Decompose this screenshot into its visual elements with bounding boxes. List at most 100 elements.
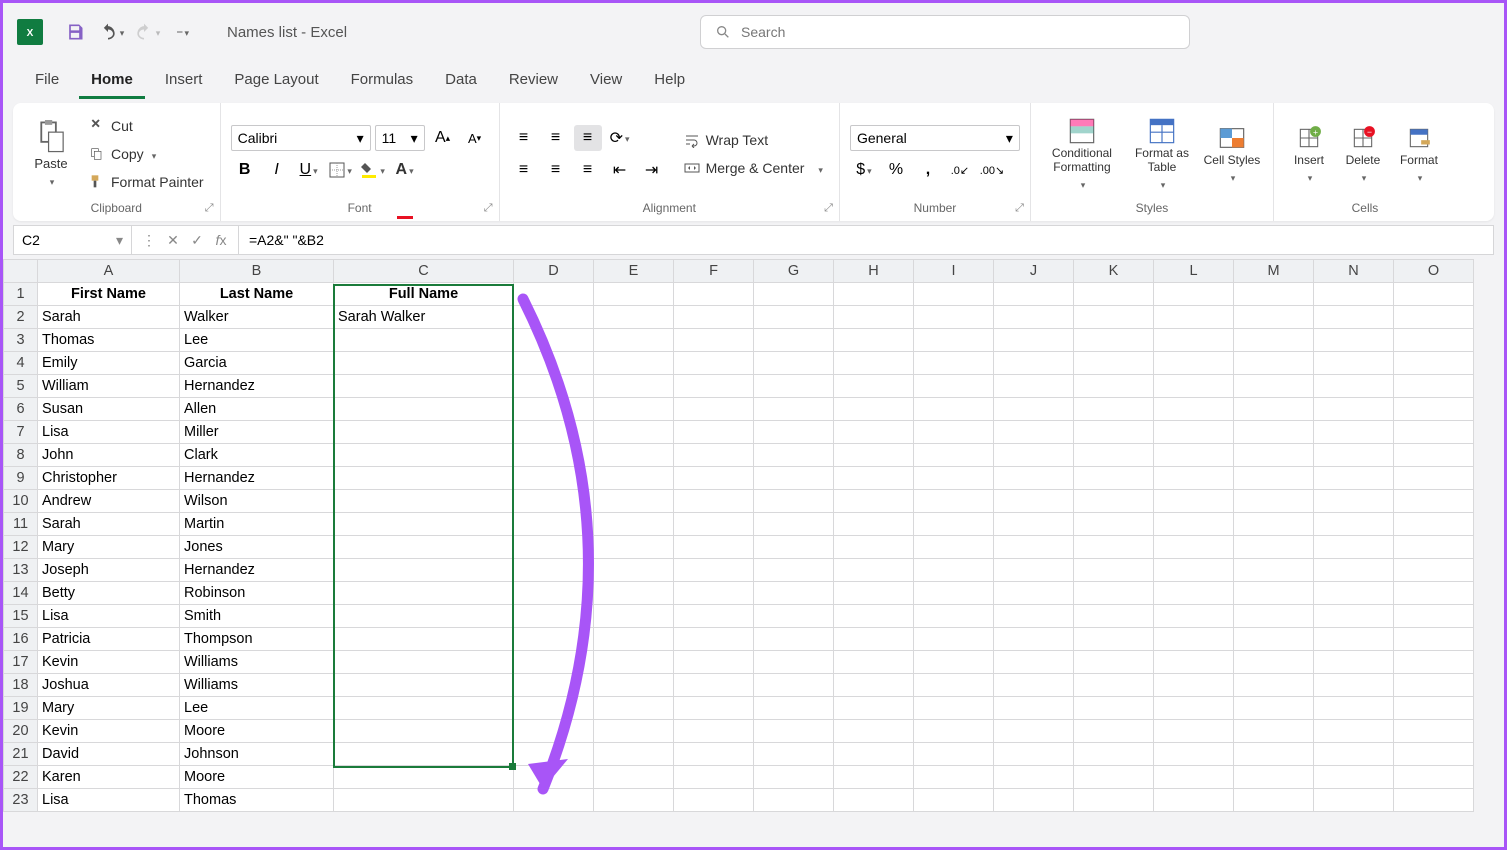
col-header-A[interactable]: A — [38, 260, 180, 283]
cell-M19[interactable] — [1234, 697, 1314, 720]
cell-A20[interactable]: Kevin — [38, 720, 180, 743]
cell-F6[interactable] — [674, 398, 754, 421]
cell-L18[interactable] — [1154, 674, 1234, 697]
cell-E14[interactable] — [594, 582, 674, 605]
cell-B11[interactable]: Martin — [180, 513, 334, 536]
search-input[interactable]: Search — [700, 15, 1190, 49]
row-header-11[interactable]: 11 — [4, 513, 38, 536]
cell-M22[interactable] — [1234, 766, 1314, 789]
cell-H17[interactable] — [834, 651, 914, 674]
col-header-D[interactable]: D — [514, 260, 594, 283]
cell-M8[interactable] — [1234, 444, 1314, 467]
cell-O13[interactable] — [1394, 559, 1474, 582]
cell-D23[interactable] — [514, 789, 594, 812]
cell-styles-button[interactable]: Cell Styles — [1201, 109, 1263, 199]
cell-D9[interactable] — [514, 467, 594, 490]
cell-N21[interactable] — [1314, 743, 1394, 766]
cell-G8[interactable] — [754, 444, 834, 467]
cell-E15[interactable] — [594, 605, 674, 628]
cell-E23[interactable] — [594, 789, 674, 812]
tab-help[interactable]: Help — [642, 63, 697, 99]
cell-C9[interactable] — [334, 467, 514, 490]
enter-formula-button[interactable]: ✓ — [186, 232, 208, 249]
tab-formulas[interactable]: Formulas — [339, 63, 426, 99]
cell-D16[interactable] — [514, 628, 594, 651]
cell-F5[interactable] — [674, 375, 754, 398]
alignment-dialog-launcher[interactable]: ⤢ — [824, 202, 833, 215]
cell-C1[interactable]: Full Name — [334, 283, 514, 306]
cell-B21[interactable]: Johnson — [180, 743, 334, 766]
align-left-button[interactable]: ≡ — [510, 157, 538, 183]
cell-M11[interactable] — [1234, 513, 1314, 536]
cell-K19[interactable] — [1074, 697, 1154, 720]
cell-H5[interactable] — [834, 375, 914, 398]
cell-L20[interactable] — [1154, 720, 1234, 743]
cell-B12[interactable]: Jones — [180, 536, 334, 559]
row-header-7[interactable]: 7 — [4, 421, 38, 444]
decrease-indent-button[interactable]: ⇤ — [606, 157, 634, 183]
cell-B17[interactable]: Williams — [180, 651, 334, 674]
cell-N14[interactable] — [1314, 582, 1394, 605]
cell-J11[interactable] — [994, 513, 1074, 536]
cell-G23[interactable] — [754, 789, 834, 812]
cell-L10[interactable] — [1154, 490, 1234, 513]
cell-K1[interactable] — [1074, 283, 1154, 306]
cell-K20[interactable] — [1074, 720, 1154, 743]
cell-O18[interactable] — [1394, 674, 1474, 697]
cell-J7[interactable] — [994, 421, 1074, 444]
cell-A14[interactable]: Betty — [38, 582, 180, 605]
cell-I5[interactable] — [914, 375, 994, 398]
cell-I3[interactable] — [914, 329, 994, 352]
cell-F15[interactable] — [674, 605, 754, 628]
align-bottom-button[interactable]: ≡ — [574, 125, 602, 151]
cell-K5[interactable] — [1074, 375, 1154, 398]
cell-H19[interactable] — [834, 697, 914, 720]
cell-C23[interactable] — [334, 789, 514, 812]
cell-E13[interactable] — [594, 559, 674, 582]
cell-A13[interactable]: Joseph — [38, 559, 180, 582]
cell-N1[interactable] — [1314, 283, 1394, 306]
cell-D3[interactable] — [514, 329, 594, 352]
shrink-font-button[interactable]: A▾ — [461, 125, 489, 151]
insert-function-button[interactable]: fx — [210, 232, 232, 248]
cell-B20[interactable]: Moore — [180, 720, 334, 743]
cell-C7[interactable] — [334, 421, 514, 444]
cell-B7[interactable]: Miller — [180, 421, 334, 444]
row-header-16[interactable]: 16 — [4, 628, 38, 651]
cell-C11[interactable] — [334, 513, 514, 536]
cell-M20[interactable] — [1234, 720, 1314, 743]
cell-G14[interactable] — [754, 582, 834, 605]
cell-K8[interactable] — [1074, 444, 1154, 467]
cell-B8[interactable]: Clark — [180, 444, 334, 467]
cell-L4[interactable] — [1154, 352, 1234, 375]
cell-B18[interactable]: Williams — [180, 674, 334, 697]
cell-I20[interactable] — [914, 720, 994, 743]
cell-D20[interactable] — [514, 720, 594, 743]
cell-I7[interactable] — [914, 421, 994, 444]
cell-H9[interactable] — [834, 467, 914, 490]
cell-G11[interactable] — [754, 513, 834, 536]
cell-F19[interactable] — [674, 697, 754, 720]
row-header-10[interactable]: 10 — [4, 490, 38, 513]
cell-A12[interactable]: Mary — [38, 536, 180, 559]
cell-K11[interactable] — [1074, 513, 1154, 536]
cell-N16[interactable] — [1314, 628, 1394, 651]
cell-M4[interactable] — [1234, 352, 1314, 375]
cell-O8[interactable] — [1394, 444, 1474, 467]
row-header-19[interactable]: 19 — [4, 697, 38, 720]
cell-H18[interactable] — [834, 674, 914, 697]
cell-H4[interactable] — [834, 352, 914, 375]
cell-F20[interactable] — [674, 720, 754, 743]
cell-A18[interactable]: Joshua — [38, 674, 180, 697]
cell-K9[interactable] — [1074, 467, 1154, 490]
align-center-button[interactable]: ≡ — [542, 157, 570, 183]
cell-O14[interactable] — [1394, 582, 1474, 605]
cell-B23[interactable]: Thomas — [180, 789, 334, 812]
cell-H3[interactable] — [834, 329, 914, 352]
cell-M5[interactable] — [1234, 375, 1314, 398]
cell-E6[interactable] — [594, 398, 674, 421]
cell-F18[interactable] — [674, 674, 754, 697]
font-size-combo[interactable]: 11▾ — [375, 125, 425, 151]
cell-K16[interactable] — [1074, 628, 1154, 651]
cell-L11[interactable] — [1154, 513, 1234, 536]
